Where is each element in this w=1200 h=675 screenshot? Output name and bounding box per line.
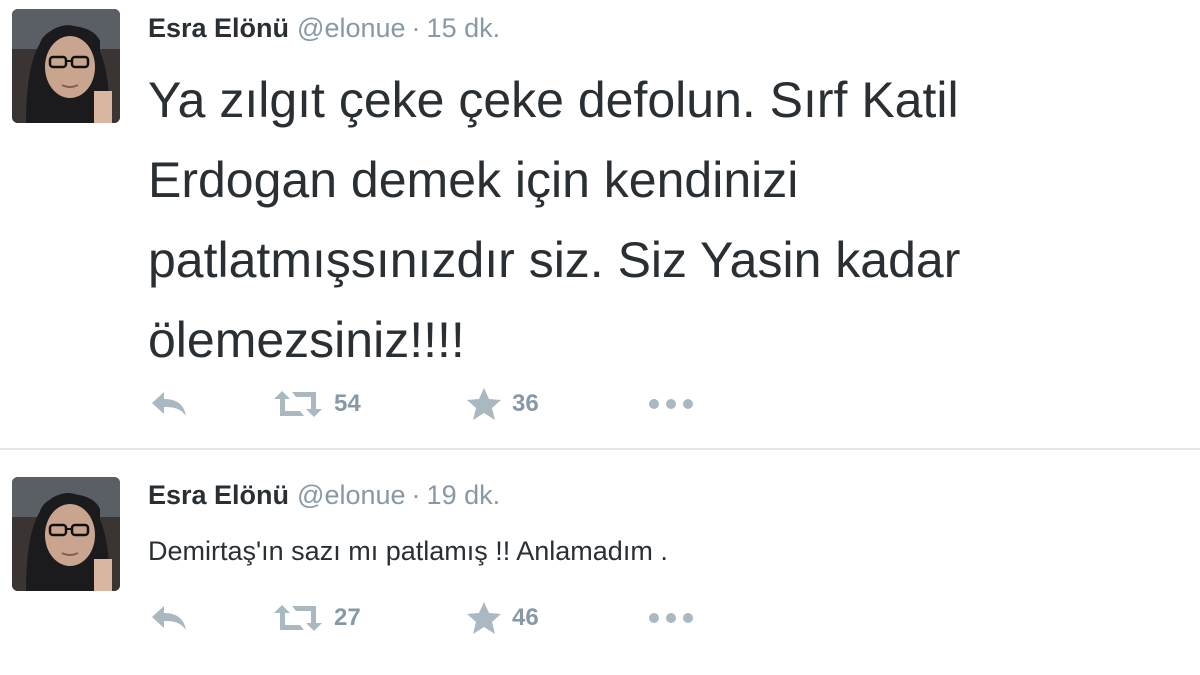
favorite-count: 36	[512, 390, 539, 417]
separator: ·	[411, 13, 421, 43]
more-button[interactable]	[648, 384, 694, 424]
avatar-image	[12, 477, 120, 591]
favorite-button[interactable]: 46	[466, 598, 539, 638]
retweet-icon	[274, 391, 322, 417]
favorite-count: 46	[512, 604, 539, 631]
tweet[interactable]: Esra Elönü @elonue · 19 dk. Demirtaş'ın saz…	[0, 451, 1200, 675]
reply-icon	[152, 606, 186, 630]
timestamp[interactable]: 19 dk.	[427, 480, 501, 510]
star-icon	[467, 602, 501, 634]
reply-button[interactable]	[148, 598, 190, 638]
more-button[interactable]	[648, 598, 694, 638]
favorite-button[interactable]: 36	[466, 384, 539, 424]
tweet[interactable]: Esra Elönü @elonue · 15 dk. Ya zılgıt çeke …	[0, 0, 1200, 449]
retweet-button[interactable]: 54	[272, 384, 361, 424]
author-handle[interactable]: @elonue	[297, 13, 406, 43]
tweet-text-line: Erdogan demek için kendinizi	[148, 152, 799, 208]
tweet-header: Esra Elönü @elonue · 15 dk.	[148, 12, 500, 44]
retweet-count: 54	[334, 390, 361, 417]
timestamp[interactable]: 15 dk.	[427, 13, 501, 43]
author-handle[interactable]: @elonue	[297, 480, 406, 510]
retweet-button[interactable]: 27	[272, 598, 361, 638]
tweet-actions: 54 36	[148, 384, 748, 424]
tweet-text: Ya zılgıt çeke çeke defolun. Sırf Katil …	[148, 60, 960, 380]
tweet-text: Demirtaş'ın sazı mı patlamış !! Anlamadı…	[148, 531, 668, 571]
retweet-icon	[274, 605, 322, 631]
author-name[interactable]: Esra Elönü	[148, 13, 289, 43]
avatar[interactable]	[12, 477, 120, 591]
reply-button[interactable]	[148, 384, 190, 424]
more-icon	[649, 613, 693, 623]
tweet-divider	[0, 448, 1200, 450]
avatar[interactable]	[12, 9, 120, 123]
tweet-text-line: Ya zılgıt çeke çeke defolun. Sırf Katil	[148, 72, 959, 128]
tweet-feed: Esra Elönü @elonue · 15 dk. Ya zılgıt çeke …	[0, 0, 1200, 675]
reply-icon	[152, 392, 186, 416]
tweet-header: Esra Elönü @elonue · 19 dk.	[148, 479, 500, 511]
retweet-count: 27	[334, 604, 361, 631]
separator: ·	[411, 480, 421, 510]
star-icon	[467, 388, 501, 420]
more-icon	[649, 399, 693, 409]
tweet-actions: 27 46	[148, 598, 748, 638]
tweet-text-line: ölemezsiniz!!!!	[148, 312, 465, 368]
tweet-text-line: Demirtaş'ın sazı mı patlamış !! Anlamadı…	[148, 536, 668, 566]
author-name[interactable]: Esra Elönü	[148, 480, 289, 510]
tweet-text-line: patlatmışsınızdır siz. Siz Yasin kadar	[148, 232, 961, 288]
avatar-image	[12, 9, 120, 123]
